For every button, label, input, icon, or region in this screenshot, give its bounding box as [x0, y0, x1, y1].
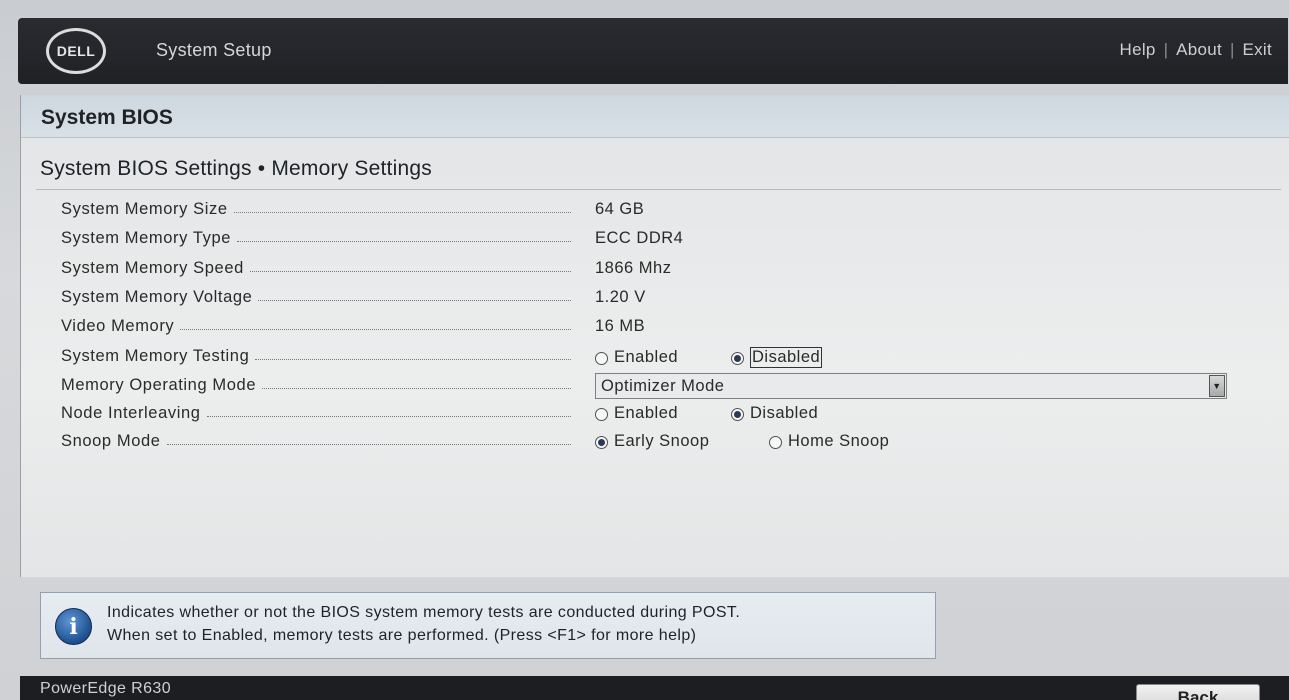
panel-header: System BIOS: [21, 95, 1289, 138]
radio-circle-selected: [731, 408, 744, 421]
leader-dots: [233, 212, 571, 213]
setting-label: System Memory Speed: [61, 259, 244, 277]
exit-link[interactable]: Exit: [1242, 40, 1272, 60]
setting-label: Video Memory: [61, 317, 175, 335]
setting-row-snoop-mode: Snoop Mode Early Snoop Home Snoop: [61, 432, 1261, 456]
node-interleaving-radio-group: Enabled Disabled: [595, 404, 818, 423]
settings-panel: System BIOS System BIOS Settings • Memor…: [20, 95, 1289, 577]
setting-label: Node Interleaving: [61, 404, 201, 422]
setting-row-video-memory: Video Memory 16 MB: [61, 317, 1261, 341]
radio-label: Home Snoop: [788, 432, 890, 450]
setting-row-operating-mode: Memory Operating Mode Optimizer Mode ▼: [61, 373, 1261, 400]
setting-row-memory-voltage: System Memory Voltage 1.20 V: [61, 288, 1261, 312]
leader-dots: [180, 329, 571, 330]
radio-circle: [769, 436, 782, 449]
radio-circle-selected: [595, 436, 608, 449]
leader-dots: [166, 444, 571, 445]
divider: [36, 189, 1281, 190]
leader-dots: [249, 271, 571, 272]
app-title: System Setup: [156, 40, 272, 60]
info-icon: i: [55, 608, 92, 645]
setting-label: System Memory Testing: [61, 347, 250, 365]
top-links: Help | About | Exit: [1120, 40, 1273, 60]
setting-row-memory-testing: System Memory Testing Enabled Disabled: [61, 347, 1261, 371]
help-text-line: When set to Enabled, memory tests are pe…: [107, 627, 697, 644]
select-value: Optimizer Mode: [601, 376, 725, 395]
radio-label: Enabled: [614, 348, 679, 366]
logo-text: DELL: [56, 43, 96, 59]
dropdown-arrow-icon[interactable]: ▼: [1209, 375, 1225, 397]
setting-label: System Memory Type: [61, 229, 232, 247]
setting-label: System Memory Voltage: [61, 288, 253, 306]
help-text-line: Indicates whether or not the BIOS system…: [107, 604, 741, 621]
radio-circle-selected: [731, 352, 744, 365]
setting-row-memory-type: System Memory Type ECC DDR4: [61, 229, 1261, 253]
link-separator: |: [1163, 40, 1169, 59]
setting-value: 64 GB: [595, 200, 645, 218]
model-name: PowerEdge R630: [40, 680, 172, 697]
radio-circle: [595, 352, 608, 365]
leader-dots: [237, 241, 571, 242]
radio-label: Early Snoop: [614, 432, 710, 450]
leader-dots: [258, 300, 571, 301]
leader-dots: [262, 388, 571, 389]
operating-mode-select[interactable]: Optimizer Mode ▼: [595, 373, 1227, 399]
memory-testing-enabled-radio[interactable]: Enabled: [595, 347, 731, 368]
help-text: Indicates whether or not the BIOS system…: [107, 601, 740, 647]
snoop-mode-radio-group: Early Snoop Home Snoop: [595, 432, 889, 451]
early-snoop-radio[interactable]: Early Snoop: [595, 432, 769, 451]
leader-dots: [255, 359, 571, 360]
back-button[interactable]: Back: [1136, 684, 1260, 700]
setting-row-node-interleaving: Node Interleaving Enabled Disabled: [61, 404, 1261, 428]
setting-label: Memory Operating Mode: [61, 376, 257, 394]
memory-testing-radio-group: Enabled Disabled: [595, 347, 823, 368]
setting-row-memory-speed: System Memory Speed 1866 Mhz: [61, 259, 1261, 283]
setting-row-memory-size: System Memory Size 64 GB: [61, 200, 1261, 224]
bios-screen: DELL System Setup Help | About | Exit Sy…: [0, 0, 1289, 700]
panel-title: System BIOS: [41, 106, 173, 129]
memory-testing-disabled-radio[interactable]: Disabled: [731, 347, 823, 368]
radio-label: Disabled: [750, 347, 823, 368]
about-link[interactable]: About: [1176, 40, 1222, 60]
radio-label: Enabled: [614, 404, 679, 422]
setting-value: 1866 Mhz: [595, 259, 672, 277]
setting-value: 1.20 V: [595, 288, 646, 306]
help-link[interactable]: Help: [1120, 40, 1156, 60]
setting-label: Snoop Mode: [61, 432, 161, 450]
setting-value: 16 MB: [595, 317, 646, 335]
dell-logo: DELL: [46, 28, 106, 74]
node-interleaving-disabled-radio[interactable]: Disabled: [731, 404, 818, 423]
bottom-bar: PowerEdge R630 Back: [20, 676, 1289, 700]
radio-label: Disabled: [750, 404, 819, 422]
top-bar: DELL System Setup Help | About | Exit: [18, 18, 1288, 84]
home-snoop-radio[interactable]: Home Snoop: [769, 432, 889, 451]
node-interleaving-enabled-radio[interactable]: Enabled: [595, 404, 731, 423]
breadcrumb: System BIOS Settings • Memory Settings: [40, 157, 432, 180]
help-info-box: i Indicates whether or not the BIOS syst…: [40, 592, 936, 659]
setting-label: System Memory Size: [61, 200, 228, 218]
leader-dots: [206, 416, 571, 417]
radio-circle: [595, 408, 608, 421]
setting-value: ECC DDR4: [595, 229, 684, 247]
link-separator: |: [1230, 40, 1235, 59]
